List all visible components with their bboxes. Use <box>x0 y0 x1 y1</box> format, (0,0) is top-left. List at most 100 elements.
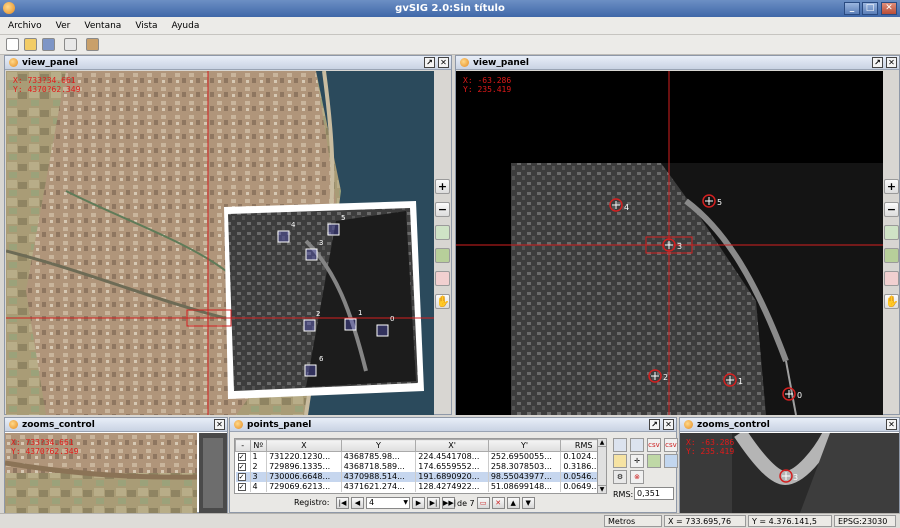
right-map-canvas[interactable] <box>456 71 883 415</box>
points-table: - Nº X Y X' Y' RMS ✓ 1 731220.1230... 43… <box>234 438 606 494</box>
move-down-icon[interactable]: ▼ <box>521 497 535 509</box>
layers-icon[interactable] <box>435 248 450 263</box>
menu-ventana[interactable]: Ventana <box>84 21 121 31</box>
table-row[interactable]: ✓ 2 729896.1335... 4368718.589... 174.65… <box>235 461 605 472</box>
zoom-out-button[interactable]: − <box>884 202 899 217</box>
previous-record-button[interactable]: ◀ <box>351 497 364 509</box>
scroll-up-icon[interactable]: ▲ <box>598 439 606 447</box>
column-header-x[interactable]: X <box>266 439 342 452</box>
row-checkbox[interactable]: ✓ <box>237 483 246 491</box>
right-coord-y: Y: 235.419 <box>463 85 512 94</box>
layers-icon[interactable] <box>884 248 899 263</box>
delete-all-icon[interactable]: ✕ <box>491 497 505 509</box>
cell-x-prime: 128.4274922... <box>415 481 489 492</box>
transform-icon[interactable] <box>664 454 678 468</box>
last-record-button[interactable]: ▶| <box>427 497 440 509</box>
status-units: Metros <box>604 515 662 527</box>
points-panel-header: points_panel ↗ ✕ <box>230 418 676 432</box>
row-checkbox[interactable]: ✓ <box>237 453 246 462</box>
left-marker-label: 3 <box>319 239 324 247</box>
table-scrollbar[interactable]: ▲ ▼ <box>597 438 607 494</box>
next-record-button[interactable]: ▶ <box>412 497 425 509</box>
panel-icon <box>234 420 243 429</box>
save-points-icon[interactable] <box>613 438 627 452</box>
column-header-y[interactable]: Y <box>340 439 417 452</box>
center-view-icon[interactable]: ✛ <box>630 454 644 468</box>
cell-x-prime: 191.6890920... <box>415 471 489 482</box>
row-checkbox[interactable]: ✓ <box>237 463 246 471</box>
close-button[interactable]: ✕ <box>881 2 897 15</box>
detach-icon[interactable]: ↗ <box>872 57 883 68</box>
end-record-button[interactable]: ▶▶| <box>442 497 456 509</box>
right-marker-label: 3 <box>677 242 683 251</box>
left-zooms-header: zooms_control ✕ <box>5 418 227 432</box>
status-x: X = 733.695,76 <box>664 515 746 527</box>
panel-icon <box>9 420 18 429</box>
menu-ayuda[interactable]: Ayuda <box>172 21 200 31</box>
column-header-check[interactable]: - <box>235 439 251 452</box>
record-select[interactable]: 4 ▼ <box>366 497 410 509</box>
move-up-icon[interactable]: ▲ <box>506 497 520 509</box>
maximize-button[interactable]: □ <box>862 2 878 15</box>
left-view-panel: view_panel ↗ ✕ X: 733?34.661 Y: 4370?62.… <box>4 55 452 415</box>
properties-icon[interactable] <box>64 38 77 51</box>
right-view-panel-title: view_panel <box>473 57 529 68</box>
pan-view-icon[interactable] <box>884 225 899 240</box>
column-header-number[interactable]: Nº <box>249 439 268 452</box>
import-csv-icon[interactable]: csv <box>664 438 678 452</box>
tools-icon[interactable] <box>86 38 99 51</box>
clear-icon[interactable]: ⊗ <box>630 470 644 484</box>
close-icon[interactable]: ✕ <box>663 419 674 430</box>
right-view-panel-header: view_panel ↗ ✕ <box>456 56 899 70</box>
row-number: 3 <box>250 471 268 482</box>
left-map-canvas[interactable] <box>6 71 434 415</box>
hand-pan-icon[interactable]: ✋ <box>884 294 899 309</box>
options-icon[interactable] <box>613 454 627 468</box>
settings-icon[interactable]: ⚙ <box>613 470 627 484</box>
minimize-button[interactable]: _ <box>844 2 860 15</box>
status-y: Y = 4.376.141,5 <box>748 515 832 527</box>
close-icon[interactable]: ✕ <box>438 57 449 68</box>
detach-icon[interactable]: ↗ <box>649 419 660 430</box>
panel-icon <box>684 420 693 429</box>
row-checkbox[interactable]: ✓ <box>237 473 246 481</box>
hand-pan-icon[interactable]: ✋ <box>435 294 450 309</box>
open-folder-icon[interactable] <box>24 38 37 51</box>
menu-archivo[interactable]: Archivo <box>8 21 42 31</box>
load-points-icon[interactable] <box>630 438 644 452</box>
right-marker-label: 4 <box>624 203 630 212</box>
right-zooms-control: zooms_control ✕ X: -63.286 Y: 235.419 3 <box>679 417 900 513</box>
menu-vista[interactable]: Vista <box>135 21 157 31</box>
zoom-out-button[interactable]: − <box>435 202 450 217</box>
right-marker-label: 5 <box>717 198 723 207</box>
table-row-selected[interactable]: ✓ 3 730006.6648... 4370988.514... 191.68… <box>235 471 605 482</box>
save-icon[interactable] <box>42 38 55 51</box>
close-icon[interactable]: ✕ <box>214 419 225 430</box>
row-number: 4 <box>250 481 268 492</box>
export-csv-icon[interactable]: csv <box>647 438 661 452</box>
pan-view-icon[interactable] <box>435 225 450 240</box>
right-marker-label: 2 <box>663 373 669 382</box>
table-row[interactable]: ✓ 1 731220.1230... 4368785.98... 224.454… <box>235 451 605 462</box>
close-icon[interactable]: ✕ <box>886 419 897 430</box>
menu-bar: Archivo Ver Ventana Vista Ayuda <box>0 17 900 35</box>
menu-ver[interactable]: Ver <box>56 21 71 31</box>
right-zooms-title: zooms_control <box>697 419 770 430</box>
zoom-select-icon[interactable] <box>435 271 450 286</box>
scroll-down-icon[interactable]: ▼ <box>598 485 606 493</box>
column-header-x-prime[interactable]: X' <box>415 439 489 452</box>
first-record-button[interactable]: |◀ <box>336 497 349 509</box>
window-title-bar: gvSIG 2.0:Sin título _ □ ✕ <box>0 0 900 17</box>
new-file-icon[interactable] <box>6 38 19 51</box>
detach-icon[interactable]: ↗ <box>424 57 435 68</box>
row-number: 1 <box>250 451 268 462</box>
layer-icon[interactable] <box>647 454 661 468</box>
table-row[interactable]: ✓ 4 729069.6213... 4371621.274... 128.42… <box>235 481 605 492</box>
cell-y-prime: 252.6950055... <box>488 451 562 462</box>
zoom-in-button[interactable]: + <box>884 179 899 194</box>
column-header-y-prime[interactable]: Y' <box>487 439 562 452</box>
close-icon[interactable]: ✕ <box>886 57 897 68</box>
delete-point-icon[interactable]: ▭ <box>476 497 490 509</box>
zoom-in-button[interactable]: + <box>435 179 450 194</box>
zoom-select-icon[interactable] <box>884 271 899 286</box>
